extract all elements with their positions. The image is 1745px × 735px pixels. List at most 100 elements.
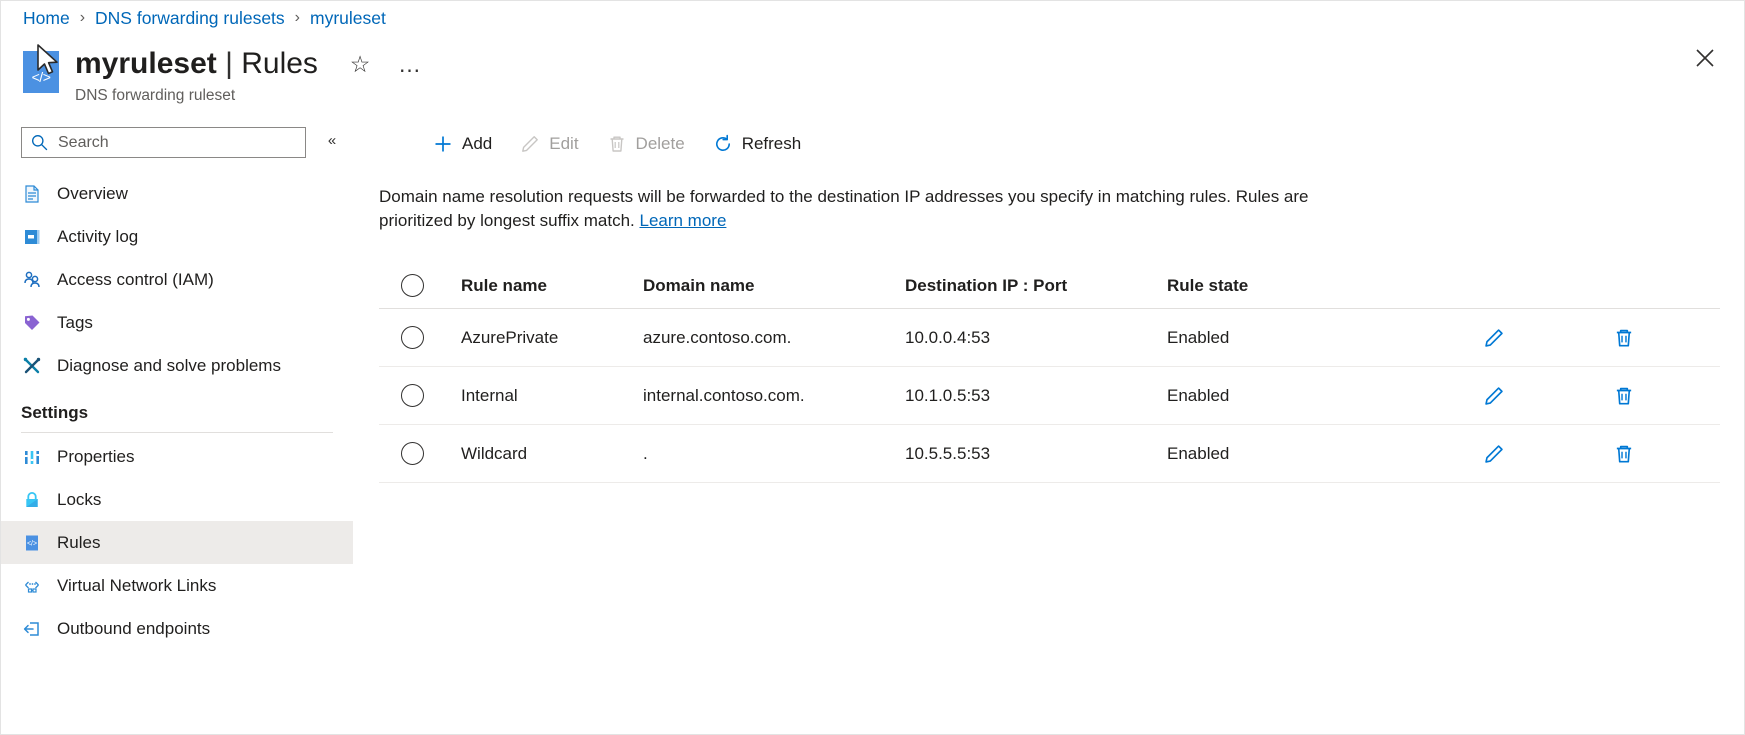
select-all-radio[interactable] [401, 274, 424, 297]
delete-button-label: Delete [636, 134, 685, 154]
row-edit-button[interactable] [1477, 379, 1511, 413]
properties-icon [21, 446, 43, 468]
row-select-cell [379, 384, 461, 407]
table-row[interactable]: AzurePrivate azure.contoso.com. 10.0.0.4… [379, 309, 1720, 367]
main-content: Add Edit Delete [353, 119, 1744, 734]
collapse-sidebar-button[interactable]: « [319, 127, 345, 153]
search-icon [30, 133, 49, 152]
sidebar-item-overview[interactable]: Overview [1, 172, 353, 215]
edit-button[interactable]: Edit [508, 125, 590, 163]
sidebar-item-properties[interactable]: Properties [1, 435, 353, 478]
command-bar: Add Edit Delete [353, 119, 1744, 169]
trash-icon [1613, 443, 1635, 465]
learn-more-link[interactable]: Learn more [639, 211, 726, 230]
column-header-destination[interactable]: Destination IP : Port [905, 276, 1167, 296]
row-edit-button[interactable] [1477, 321, 1511, 355]
search-box[interactable] [21, 127, 306, 158]
code-file-icon: </> [23, 51, 59, 93]
sidebar-item-label: Diagnose and solve problems [57, 356, 281, 376]
pencil-icon [1483, 327, 1505, 349]
sidebar-item-diagnose[interactable]: Diagnose and solve problems [1, 344, 353, 387]
description-body: Domain name resolution requests will be … [379, 187, 1309, 230]
sidebar-item-label: Tags [57, 313, 93, 333]
search-input[interactable] [56, 133, 286, 153]
sidebar-item-label: Outbound endpoints [57, 619, 210, 639]
pencil-icon [520, 134, 540, 154]
code-file-icon: </> [21, 532, 43, 554]
add-button-label: Add [462, 134, 492, 154]
table-header-row: Rule name Domain name Destination IP : P… [379, 263, 1720, 309]
sidebar-item-label: Rules [57, 533, 100, 553]
azure-portal-blade: Home › DNS forwarding rulesets › myrules… [0, 0, 1745, 735]
cell-destination: 10.1.0.5:53 [905, 386, 1167, 406]
refresh-icon [713, 134, 733, 154]
wrench-screwdriver-icon [21, 355, 43, 377]
lock-icon [21, 489, 43, 511]
network-link-icon [21, 575, 43, 597]
refresh-button-label: Refresh [742, 134, 802, 154]
refresh-button[interactable]: Refresh [701, 125, 814, 163]
sidebar-item-label: Access control (IAM) [57, 270, 214, 290]
row-select-radio[interactable] [401, 384, 424, 407]
close-blade-button[interactable] [1688, 41, 1722, 75]
cell-rule-name: AzurePrivate [461, 328, 643, 348]
edit-button-label: Edit [549, 134, 578, 154]
page-title: myruleset | Rules [75, 45, 318, 83]
breadcrumb-item-rulesets[interactable]: DNS forwarding rulesets [95, 6, 285, 30]
row-edit-button[interactable] [1477, 437, 1511, 471]
sidebar-item-activity-log[interactable]: Activity log [1, 215, 353, 258]
title-separator: | [225, 47, 233, 80]
column-header-domain-name[interactable]: Domain name [643, 276, 905, 296]
title-action-buttons: ☆ … [345, 49, 425, 79]
sidebar-item-virtual-network-links[interactable]: Virtual Network Links [1, 564, 353, 607]
sidebar-item-label: Properties [57, 447, 134, 467]
pencil-icon [1483, 385, 1505, 407]
row-select-radio[interactable] [401, 442, 424, 465]
breadcrumb-item-home[interactable]: Home [23, 6, 70, 30]
sidebar-item-access-control[interactable]: Access control (IAM) [1, 258, 353, 301]
description-text: Domain name resolution requests will be … [379, 185, 1359, 233]
sidebar-item-label: Virtual Network Links [57, 576, 216, 596]
sidebar-item-outbound-endpoints[interactable]: Outbound endpoints [1, 607, 353, 650]
row-select-cell [379, 442, 461, 465]
sidebar-item-label: Locks [57, 490, 101, 510]
cell-rule-name: Internal [461, 386, 643, 406]
cell-delete-action [1559, 321, 1689, 355]
close-icon [1695, 48, 1715, 68]
breadcrumb-separator-icon: › [80, 6, 85, 30]
favorite-button[interactable]: ☆ [345, 49, 375, 79]
row-select-radio[interactable] [401, 326, 424, 349]
sidebar-item-locks[interactable]: Locks [1, 478, 353, 521]
breadcrumb-item-myruleset[interactable]: myruleset [310, 6, 386, 30]
page-subtitle: DNS forwarding ruleset [75, 86, 318, 106]
column-header-rule-name[interactable]: Rule name [461, 276, 643, 296]
add-button[interactable]: Add [421, 125, 504, 163]
resource-name: myruleset [75, 47, 217, 80]
more-options-button[interactable]: … [395, 49, 425, 79]
cell-edit-action [1429, 321, 1559, 355]
cell-destination: 10.0.0.4:53 [905, 328, 1167, 348]
search-container [21, 127, 306, 158]
cell-destination: 10.5.5.5:53 [905, 444, 1167, 464]
delete-button[interactable]: Delete [595, 125, 697, 163]
trash-icon [1613, 327, 1635, 349]
outbound-endpoint-icon [21, 618, 43, 640]
sidebar-item-tags[interactable]: Tags [1, 301, 353, 344]
column-header-rule-state[interactable]: Rule state [1167, 276, 1429, 296]
table-row[interactable]: Internal internal.contoso.com. 10.1.0.5:… [379, 367, 1720, 425]
cell-rule-state: Enabled [1167, 444, 1429, 464]
row-delete-button[interactable] [1607, 379, 1641, 413]
select-all-cell [379, 274, 461, 297]
nav-list-settings: Properties Locks </> [1, 435, 353, 650]
sidebar-item-rules[interactable]: </> Rules [1, 521, 353, 564]
ellipsis-icon: … [398, 58, 422, 70]
breadcrumb-separator-icon: › [295, 6, 300, 30]
row-delete-button[interactable] [1607, 321, 1641, 355]
table-row[interactable]: Wildcard . 10.5.5.5:53 Enabled [379, 425, 1720, 483]
sidebar-section-settings-title: Settings [21, 403, 353, 423]
trash-icon [1613, 385, 1635, 407]
row-delete-button[interactable] [1607, 437, 1641, 471]
row-select-cell [379, 326, 461, 349]
sidebar-item-label: Activity log [57, 227, 138, 247]
star-icon: ☆ [350, 53, 371, 76]
